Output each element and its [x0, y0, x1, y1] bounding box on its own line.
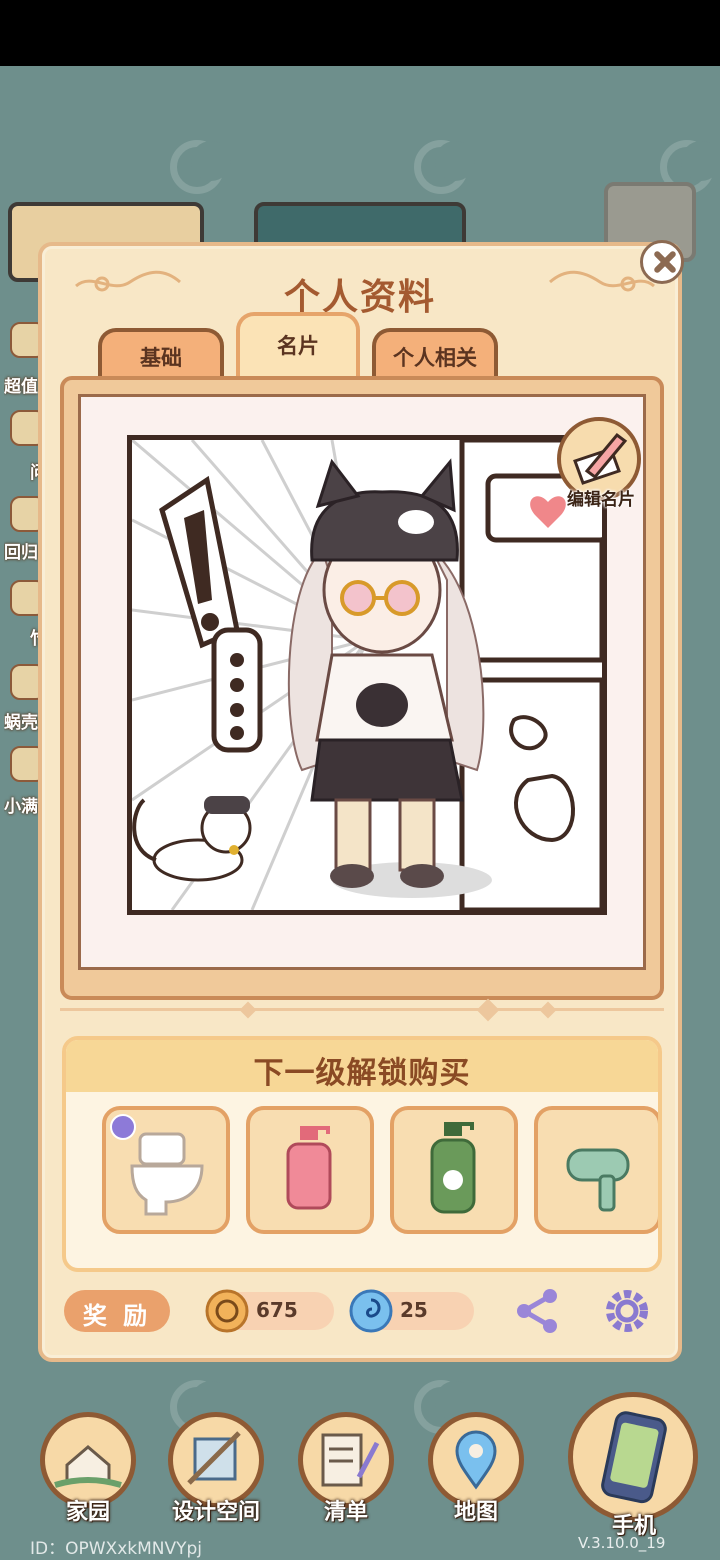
share-icon[interactable]: [512, 1286, 562, 1336]
tab-business-card[interactable]: 名片: [236, 312, 360, 378]
divider-ornament: [239, 1001, 257, 1019]
new-badge-icon: [110, 1114, 136, 1140]
unlock-item-pink-soap[interactable]: [246, 1106, 374, 1234]
character-card-illustration: [127, 435, 607, 915]
phone-icon: [601, 1411, 667, 1504]
player-id: ID：OPWXxkMNVYpj: [30, 1539, 203, 1559]
coin-counter: 675: [205, 1289, 334, 1333]
business-card: 编辑名片: [78, 394, 646, 970]
divider-ornament: [476, 998, 500, 1022]
house-icon: [54, 1445, 122, 1488]
settings-gear-icon[interactable]: [602, 1286, 652, 1336]
gem-value: 25: [400, 1298, 428, 1322]
reward-row: 奖 励 675 25: [62, 1286, 662, 1336]
reward-button[interactable]: 奖 励: [64, 1290, 170, 1332]
divider: [60, 1008, 664, 1011]
map-pin-icon: [455, 1430, 497, 1490]
gem-counter: 25: [349, 1289, 474, 1333]
nav-map-label: 地图: [453, 1500, 498, 1525]
next-level-unlock-panel: 下一级解锁购买: [62, 1036, 662, 1272]
nav-list-label: 清单: [323, 1500, 368, 1525]
nav-home-label: 家园: [65, 1500, 110, 1525]
nav-design-label: 设计空间: [171, 1500, 260, 1525]
blueprint-ruler-icon: [187, 1431, 241, 1485]
divider-ornament: [539, 1001, 557, 1019]
nav-phone-button[interactable]: [568, 1392, 698, 1522]
edit-card-label: 编辑名片: [567, 490, 635, 510]
tab-basic[interactable]: 基础: [98, 328, 224, 378]
coin-icon: [205, 1289, 249, 1333]
close-modal-button[interactable]: [640, 240, 684, 284]
unlock-item-hair-dryer[interactable]: [534, 1106, 658, 1234]
pink-soap-bottle-icon: [286, 1126, 332, 1210]
unlock-item-green-soap[interactable]: [390, 1106, 518, 1234]
moon-pattern-icon: [170, 140, 231, 194]
profile-modal: 个人资料 基础 名片 个人相关 编辑名片 下一级解锁购买 奖 励 675 25: [38, 242, 682, 1362]
coin-value: 675: [256, 1298, 298, 1322]
status-bar: [0, 0, 720, 66]
version-text: V.3.10.0_19: [578, 1534, 666, 1552]
business-card-frame: 编辑名片: [60, 376, 664, 1000]
green-soap-bottle-icon: [430, 1122, 476, 1214]
tab-personal[interactable]: 个人相关: [372, 328, 498, 378]
swirl-gem-icon: [349, 1289, 393, 1333]
unlock-panel-title: 下一级解锁购买: [66, 1040, 658, 1092]
checklist-quill-icon: [321, 1433, 380, 1487]
hair-dryer-icon: [566, 1148, 630, 1212]
unlock-item-toilet[interactable]: [102, 1106, 230, 1234]
moon-pattern-icon: [414, 140, 475, 194]
